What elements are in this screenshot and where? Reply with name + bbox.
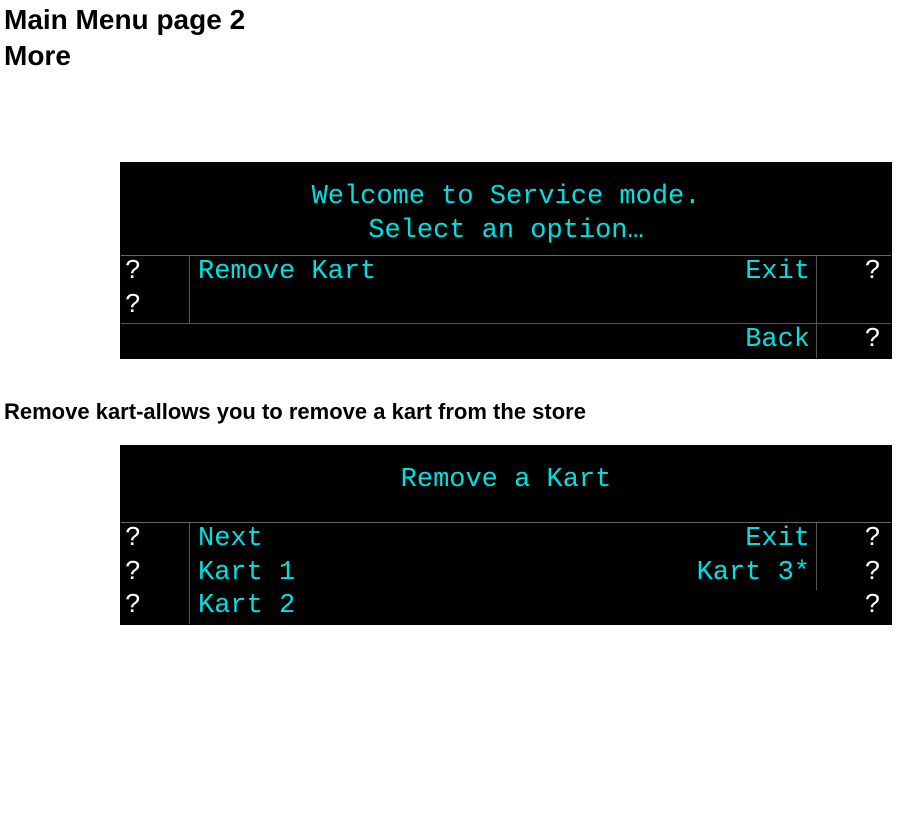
panel1-row0-right[interactable]: Exit	[616, 256, 817, 290]
panel2-row2-right	[617, 590, 817, 624]
panel2-row0-left[interactable]: Next	[190, 523, 616, 557]
panel1-row1-right	[616, 290, 817, 324]
panel2-row0-right[interactable]: Exit	[616, 523, 817, 557]
panel1-row0-left[interactable]: Remove Kart	[190, 256, 616, 290]
panel1-row0-qmark-right: ?	[817, 256, 891, 290]
remove-kart-caption: Remove kart-allows you to remove a kart …	[4, 399, 919, 425]
panel2-row1-qmark-right: ?	[817, 557, 891, 591]
panel1-row2-right[interactable]: Back	[616, 324, 817, 358]
panel2-row0-qmark-right: ?	[817, 523, 891, 557]
panel1-row1-qmark-left: ?	[121, 290, 190, 324]
panel2-row2-qmark-right: ?	[817, 590, 891, 624]
panel2-row1-qmark-left: ?	[121, 557, 190, 591]
panel2-row1-left[interactable]: Kart 1	[190, 557, 616, 591]
service-mode-panel: Welcome to Service mode. Select an optio…	[120, 162, 892, 359]
panel1-row0-qmark-left: ?	[121, 256, 190, 290]
panel2-header-line1: Remove a Kart	[121, 464, 891, 498]
panel1-header-line2: Select an option…	[121, 215, 891, 249]
remove-kart-panel: Remove a Kart ? Next Exit ? ? Kart 1 Kar…	[120, 445, 892, 625]
page-title-line2: More	[4, 40, 919, 72]
panel1-row2-left	[189, 324, 616, 358]
panel2-row0-qmark-left: ?	[121, 523, 190, 557]
panel1-row1-qmark-right	[817, 290, 891, 324]
panel2-row1-right[interactable]: Kart 3*	[616, 557, 817, 591]
panel1-header-line1: Welcome to Service mode.	[121, 181, 891, 215]
panel1-row2-qmark-left	[121, 324, 189, 358]
page-title-line1: Main Menu page 2	[4, 4, 919, 36]
panel1-row1-left	[190, 290, 616, 324]
panel1-row2-qmark-right: ?	[817, 324, 891, 358]
panel2-row2-left[interactable]: Kart 2	[190, 590, 617, 624]
panel2-row2-qmark-left: ?	[121, 590, 190, 624]
